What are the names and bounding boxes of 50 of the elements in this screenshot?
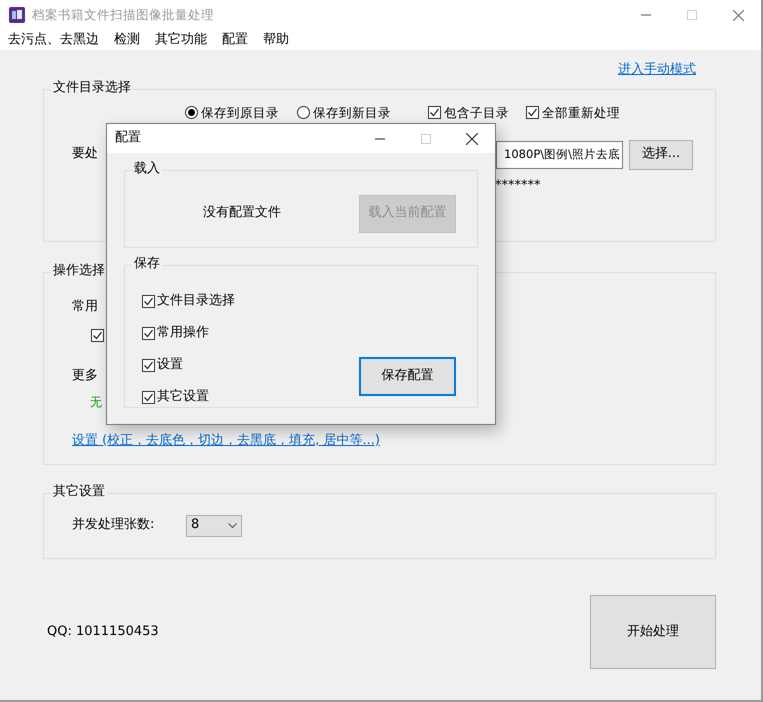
checkbox[interactable] bbox=[142, 358, 155, 372]
checkbox[interactable] bbox=[142, 294, 155, 308]
menu-item[interactable]: 其它功能 bbox=[155, 32, 207, 48]
radio-label[interactable]: 保存到新目录 bbox=[313, 106, 391, 120]
save-config-button[interactable]: 保存配置 bbox=[359, 356, 456, 396]
close-icon bbox=[732, 10, 744, 20]
maximize-icon bbox=[421, 134, 431, 144]
concurrency-label: 并发处理张数: bbox=[72, 518, 156, 534]
menu-item[interactable]: 配置 bbox=[222, 32, 248, 48]
radio-button[interactable] bbox=[185, 106, 198, 120]
checkbox[interactable] bbox=[91, 328, 104, 342]
checkbox-label[interactable]: 包含子目录 bbox=[444, 106, 509, 120]
checkbox[interactable] bbox=[428, 106, 441, 120]
chevron-down-icon bbox=[228, 522, 237, 529]
group-title: 保存 bbox=[132, 257, 162, 272]
menu-item[interactable]: 检测 bbox=[114, 32, 140, 48]
more-operations-value: 无 bbox=[90, 394, 102, 409]
radio-button[interactable] bbox=[297, 106, 310, 120]
checkbox[interactable] bbox=[526, 106, 539, 120]
radio-label[interactable]: 保存到原目录 bbox=[201, 106, 279, 120]
manual-mode-link[interactable]: 进入手动模式 bbox=[618, 63, 696, 89]
qq-number: QQ: 1011150453 bbox=[47, 624, 159, 640]
path-field[interactable]: 1080P\图例\照片去底 bbox=[496, 140, 623, 169]
browse-button[interactable]: 选择... bbox=[629, 140, 693, 170]
group-title: 载入 bbox=[132, 162, 162, 177]
group-title: 其它设置 bbox=[51, 485, 107, 500]
more-operations-label: 更多 bbox=[72, 368, 98, 383]
checkbox[interactable] bbox=[142, 326, 155, 340]
group-title: 文件目录选择 bbox=[51, 81, 133, 96]
close-icon bbox=[466, 133, 478, 145]
common-operations-label: 常用 bbox=[72, 298, 98, 314]
no-config-message: 没有配置文件 bbox=[203, 206, 282, 222]
checkbox-label[interactable]: 常用操作 bbox=[157, 326, 209, 341]
settings-link[interactable]: 设置 (校正，去底色，切边，去黑底，填充, 居中等...) bbox=[72, 432, 380, 448]
app-icon bbox=[9, 7, 25, 23]
start-button[interactable]: 开始处理 bbox=[590, 595, 716, 669]
menu-item[interactable]: 去污点、去黑边 bbox=[8, 32, 99, 48]
menu-item[interactable]: 帮助 bbox=[263, 32, 289, 48]
checkbox-label[interactable]: 设置 bbox=[157, 358, 183, 373]
dialog-title: 配置 bbox=[115, 131, 141, 146]
maximize-icon bbox=[687, 10, 697, 20]
checkbox-label[interactable]: 全部重新处理 bbox=[542, 106, 620, 120]
checkbox-label[interactable]: 其它设置 bbox=[157, 390, 209, 405]
directory-label: 要处 bbox=[72, 147, 98, 162]
checkbox[interactable] bbox=[142, 390, 155, 404]
masked-text: ******* bbox=[495, 178, 540, 193]
concurrency-dropdown[interactable]: 8 bbox=[186, 514, 242, 537]
window-title: 档案书籍文件扫描图像批量处理 bbox=[32, 8, 214, 22]
checkbox-label[interactable]: 文件目录选择 bbox=[157, 294, 235, 309]
group-title: 操作选择 bbox=[51, 264, 107, 279]
